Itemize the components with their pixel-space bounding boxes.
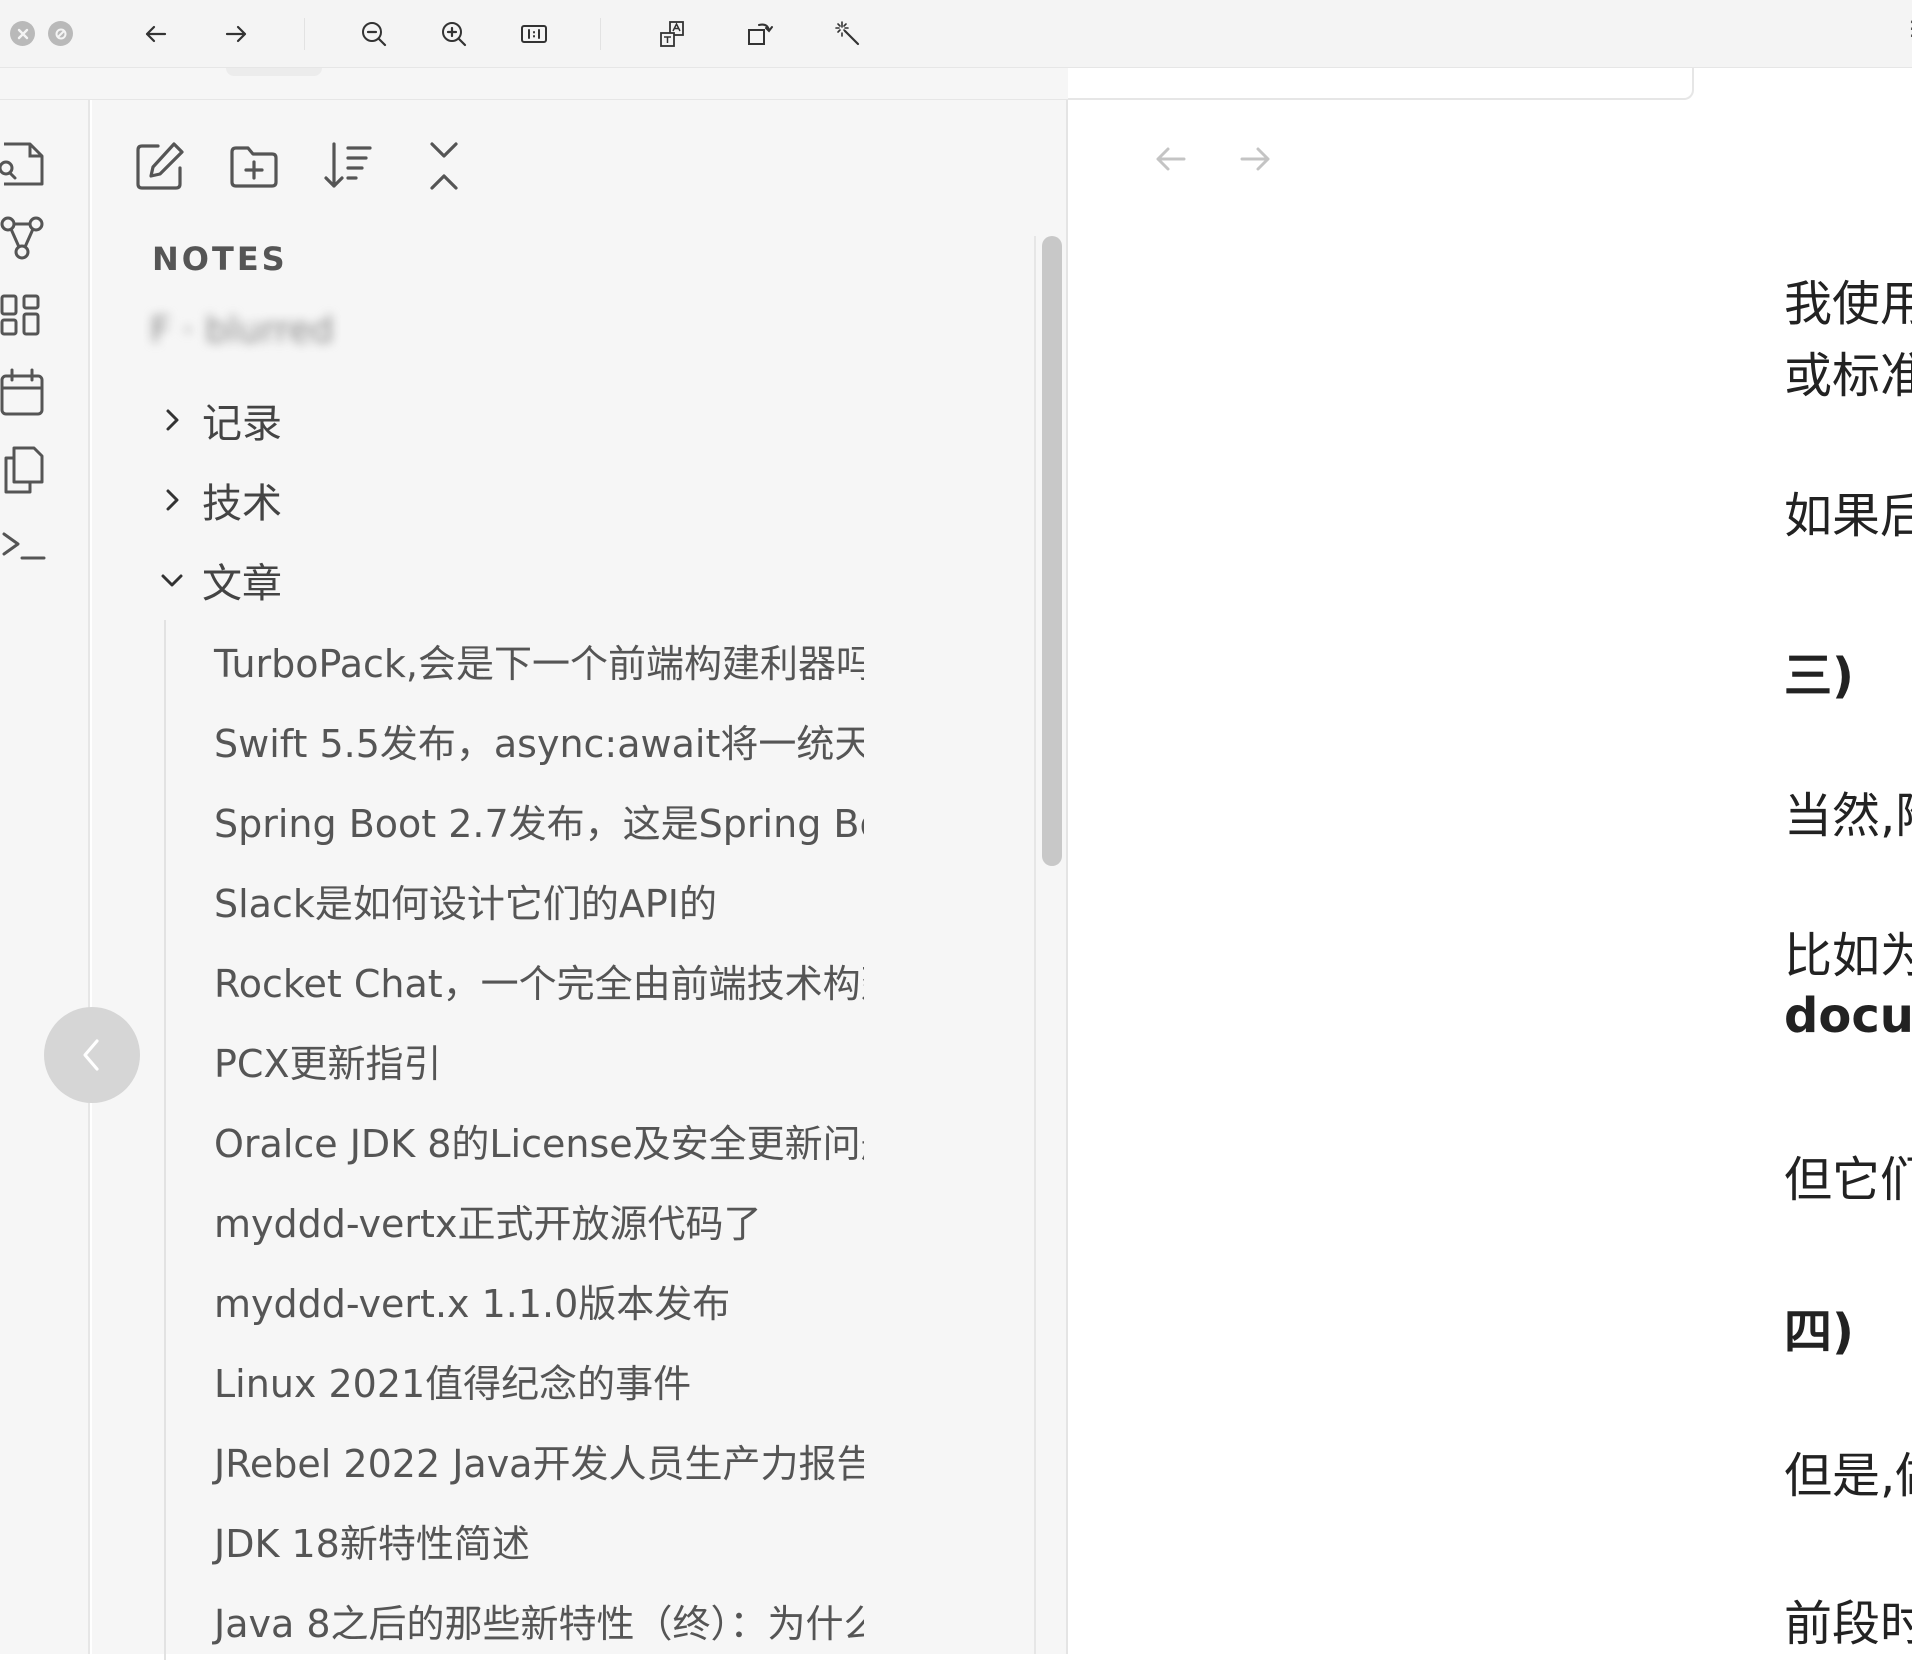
terminal-icon [2,532,46,560]
new-folder-icon [230,146,278,188]
file-item[interactable]: myddd-vertx正式开放源代码了 [166,1180,864,1260]
file-item[interactable]: Slack是如何设计它们的API的 [166,860,864,940]
folder-label: 技术 [202,481,282,527]
folder-tech[interactable]: 技术 [152,472,852,528]
ribbon-canvas-button[interactable] [0,290,50,340]
paragraph-text: 或标准 [1784,348,1912,404]
sort-icon [324,142,372,188]
translate-icon [660,21,684,47]
file-item[interactable]: Spring Boot 2.7发布，这是Spring Boot 2... [166,780,864,860]
left-ribbon [0,100,90,1654]
graph-icon [0,216,44,260]
translate-button[interactable] [652,14,692,54]
vault-name[interactable]: F · blurred [150,306,360,354]
calendar-icon [0,368,44,416]
paragraph-text: 但是,做 [1784,1448,1912,1504]
ribbon-command-button[interactable] [0,520,50,570]
editor-pane: 我使用 或标准 如果后 三) 当然,附 比如为 docus 但它们 四) 但是,… [1070,100,1912,1654]
tab-handle[interactable] [226,68,322,76]
new-folder-button[interactable] [226,138,282,194]
ribbon-daily-note-button[interactable] [0,368,50,418]
layout-grid-icon [0,294,40,336]
zoom-out-button[interactable] [354,14,394,54]
chevron-left-icon [83,1039,99,1071]
section-title: NOTES [152,240,288,278]
rotate-button[interactable] [740,14,780,54]
file-item[interactable]: Java 8之后的那些新特性（终）：为什么... [166,1580,864,1660]
rotate-icon [748,23,773,45]
new-note-button[interactable] [132,138,188,194]
file-item[interactable]: Oralce JDK 8的License及安全更新问题 [166,1100,864,1180]
close-window-button[interactable] [10,21,35,46]
folder-label: 文章 [202,561,282,607]
paragraph-text: 前段时 [1784,1596,1912,1652]
section-heading: 三) [1784,648,1854,704]
file-item[interactable]: Linux 2021值得纪念的事件 [166,1340,864,1420]
scroll-thumb[interactable] [1042,236,1062,866]
arrow-right-icon [1240,147,1270,171]
folder-label: 记录 [202,401,282,447]
arrow-right-icon [225,25,247,43]
paragraph-text: 当然,附 [1784,788,1912,844]
paragraph-text: docus [1784,988,1912,1044]
scroll-track [1034,236,1036,1654]
paragraph-text: 但它们 [1784,1152,1912,1208]
chevron-right-icon [152,480,192,520]
viewer-toolbar: ⋮ [0,0,1912,68]
folder-records[interactable]: 记录 [152,392,852,448]
tab-strip [0,68,1068,100]
collapse-all-icon [430,142,458,190]
file-item[interactable]: JDK 18新特性简述 [166,1500,864,1580]
file-item[interactable]: Rocket Chat，一个完全由前端技术构建... [166,940,864,1020]
editor-forward-button[interactable] [1230,134,1280,184]
paragraph-text: 比如为 [1784,928,1912,984]
toolbar-divider [600,18,601,50]
ribbon-graph-button[interactable] [0,214,50,264]
minimize-window-button[interactable] [48,21,73,46]
zoom-out-icon [362,22,387,47]
collapse-all-button[interactable] [416,138,472,194]
file-list: TurboPack,会是下一个前端构建利器吗 Swift 5.5发布，async… [164,620,864,1660]
sort-button[interactable] [320,138,376,194]
back-button[interactable] [136,14,176,54]
search-file-icon [0,142,44,186]
arrow-left-icon [1156,147,1186,171]
file-item[interactable]: myddd-vert.x 1.1.0版本发布 [166,1260,864,1340]
more-icon[interactable]: ⋮ [1902,18,1912,38]
file-item[interactable]: PCX更新指引 [166,1020,864,1100]
ribbon-templates-button[interactable] [0,444,50,494]
ribbon-search-button[interactable] [0,136,50,186]
paragraph-text: 我使用 [1784,276,1912,332]
enhance-button[interactable] [828,14,868,54]
block-icon [55,28,66,39]
copy-icon [4,446,44,494]
file-explorer: NOTES F · blurred 记录 技术 文章 TurboPack,会是下… [92,100,1068,1660]
toolbar-divider [304,18,305,50]
collapse-sidebar-button[interactable] [44,1007,140,1103]
folder-articles[interactable]: 文章 [152,552,852,608]
file-item[interactable]: JRebel 2022 Java开发人员生产力报告 [166,1420,864,1500]
new-note-icon [136,142,184,190]
actual-size-button[interactable] [514,14,554,54]
section-heading: 四) [1784,1304,1854,1360]
file-item[interactable]: TurboPack,会是下一个前端构建利器吗 [166,620,864,700]
arrow-left-icon [145,25,167,43]
paragraph-text: 如果后 [1784,488,1912,544]
zoom-in-button[interactable] [434,14,474,54]
editor-back-button[interactable] [1146,134,1196,184]
chevron-down-icon [152,560,192,600]
chevron-right-icon [152,400,192,440]
tab-strip-right [1068,68,1694,100]
zoom-in-icon [442,22,467,47]
forward-button[interactable] [216,14,256,54]
close-icon [17,28,28,39]
explorer-scrollbar[interactable] [1034,236,1062,1654]
magic-wand-icon [835,21,860,46]
actual-size-icon [521,25,547,43]
file-item[interactable]: Swift 5.5发布，async:await将一统天下了... [166,700,864,780]
